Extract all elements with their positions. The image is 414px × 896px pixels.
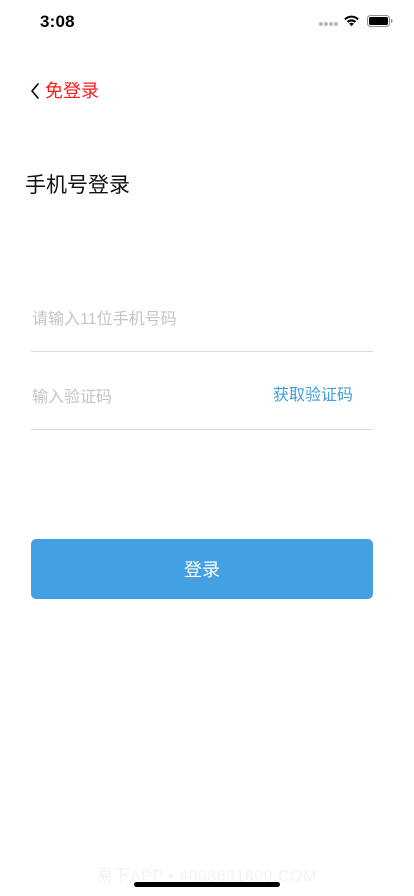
code-field: 获取验证码 (31, 374, 373, 430)
back-button[interactable]: 免登录 (29, 78, 99, 104)
get-code-button[interactable]: 获取验证码 (273, 384, 353, 408)
home-indicator[interactable] (134, 882, 280, 887)
wifi-icon (344, 15, 359, 27)
code-input[interactable] (32, 386, 262, 410)
page-title: 手机号登录 (25, 174, 130, 197)
status-bar: 3:08 (0, 0, 414, 44)
phone-input[interactable] (32, 308, 262, 332)
back-label: 免登录 (45, 81, 99, 101)
battery-icon (367, 15, 393, 27)
status-time: 3:08 (40, 12, 75, 31)
chevron-left-icon (31, 83, 39, 99)
phone-field (31, 296, 373, 352)
login-button[interactable]: 登录 (31, 539, 373, 599)
signal-dots-icon (319, 22, 339, 27)
